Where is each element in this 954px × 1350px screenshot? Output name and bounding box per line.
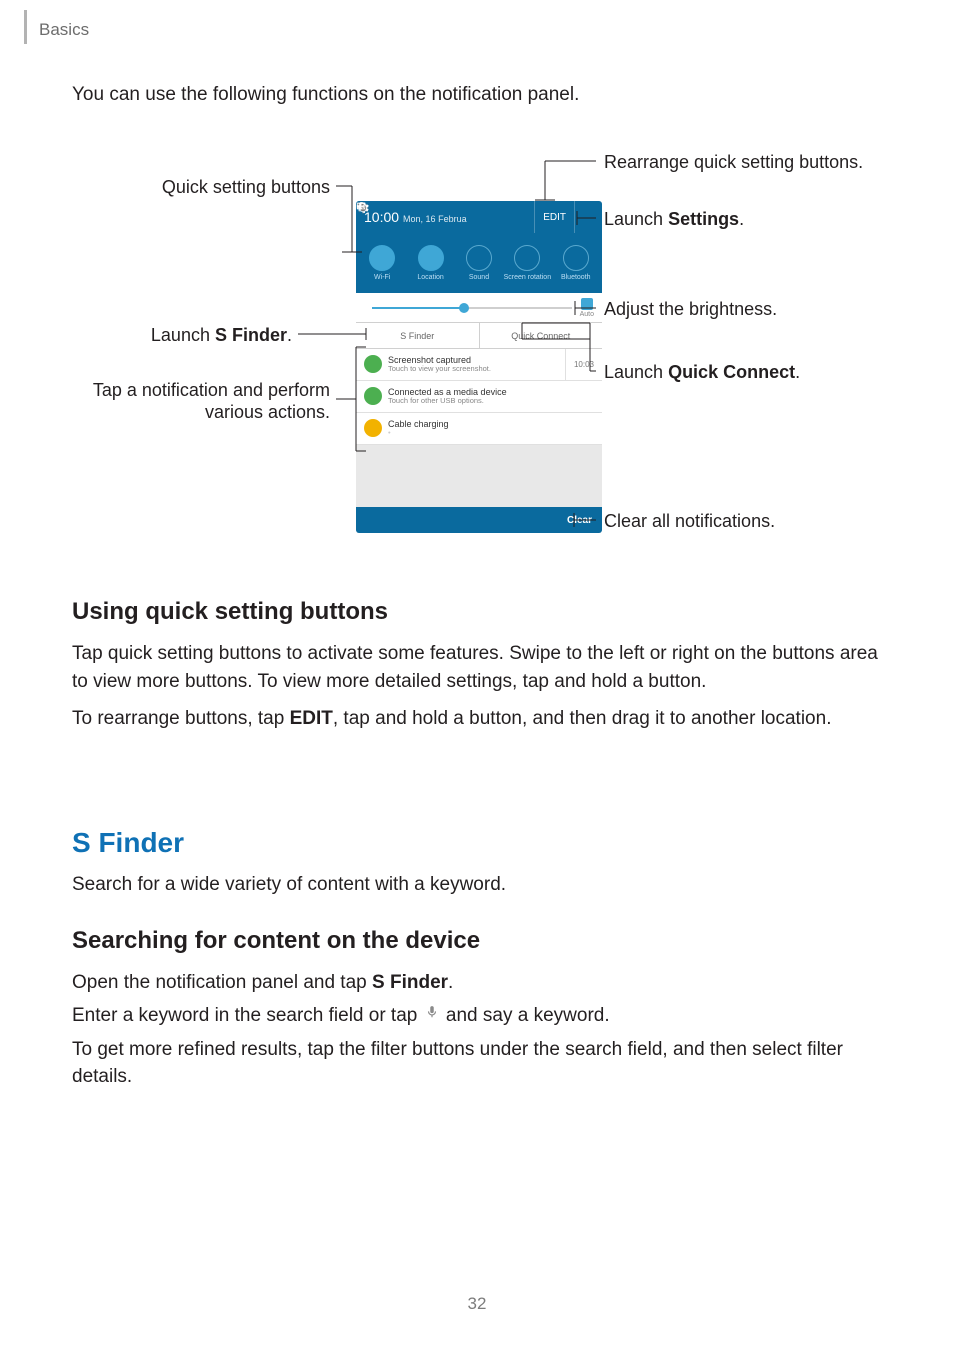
heading-using-quick-setting-buttons: Using quick setting buttons — [72, 598, 892, 626]
heading-searching-content: Searching for content on the device — [72, 927, 892, 955]
paragraph-sf-4: To get more refined results, tap the fil… — [72, 1036, 892, 1091]
header-rule — [24, 10, 27, 44]
section-quick-settings: Using quick setting buttons Tap quick se… — [72, 598, 892, 739]
mic-icon — [425, 1002, 439, 1030]
page-header: Basics — [24, 14, 89, 44]
paragraph-sf-3: Enter a keyword in the search field or t… — [72, 1002, 892, 1030]
callout-sfinder: Launch S Finder. — [72, 325, 292, 347]
intro-text: You can use the following functions on t… — [72, 84, 579, 106]
header-section-label: Basics — [39, 20, 89, 40]
section-s-finder: S Finder Search for a wide variety of co… — [72, 827, 892, 1097]
heading-s-finder: S Finder — [72, 827, 892, 859]
callout-clear-all: Clear all notifications. — [604, 511, 775, 533]
paragraph-sf-2: Open the notification panel and tap S Fi… — [72, 969, 892, 997]
callout-launch-settings: Launch Settings. — [604, 209, 744, 231]
callout-tap-notification: Tap a notification and performvarious ac… — [72, 380, 330, 423]
paragraph-sf-1: Search for a wide variety of content wit… — [72, 871, 892, 899]
callout-brightness: Adjust the brightness. — [604, 299, 777, 321]
callout-quick-connect: Launch Quick Connect. — [604, 362, 800, 384]
paragraph-qs-1: Tap quick setting buttons to activate so… — [72, 640, 892, 695]
page-number: 32 — [0, 1294, 954, 1314]
callout-quick-setting-buttons: Quick setting buttons — [72, 177, 330, 199]
callout-rearrange: Rearrange quick setting buttons. — [604, 152, 863, 174]
paragraph-qs-2: To rearrange buttons, tap EDIT, tap and … — [72, 705, 892, 733]
callout-lines — [72, 143, 882, 551]
notification-panel-diagram: 10:00Mon, 16 Februa EDIT Wi-Fi Location … — [72, 143, 882, 551]
